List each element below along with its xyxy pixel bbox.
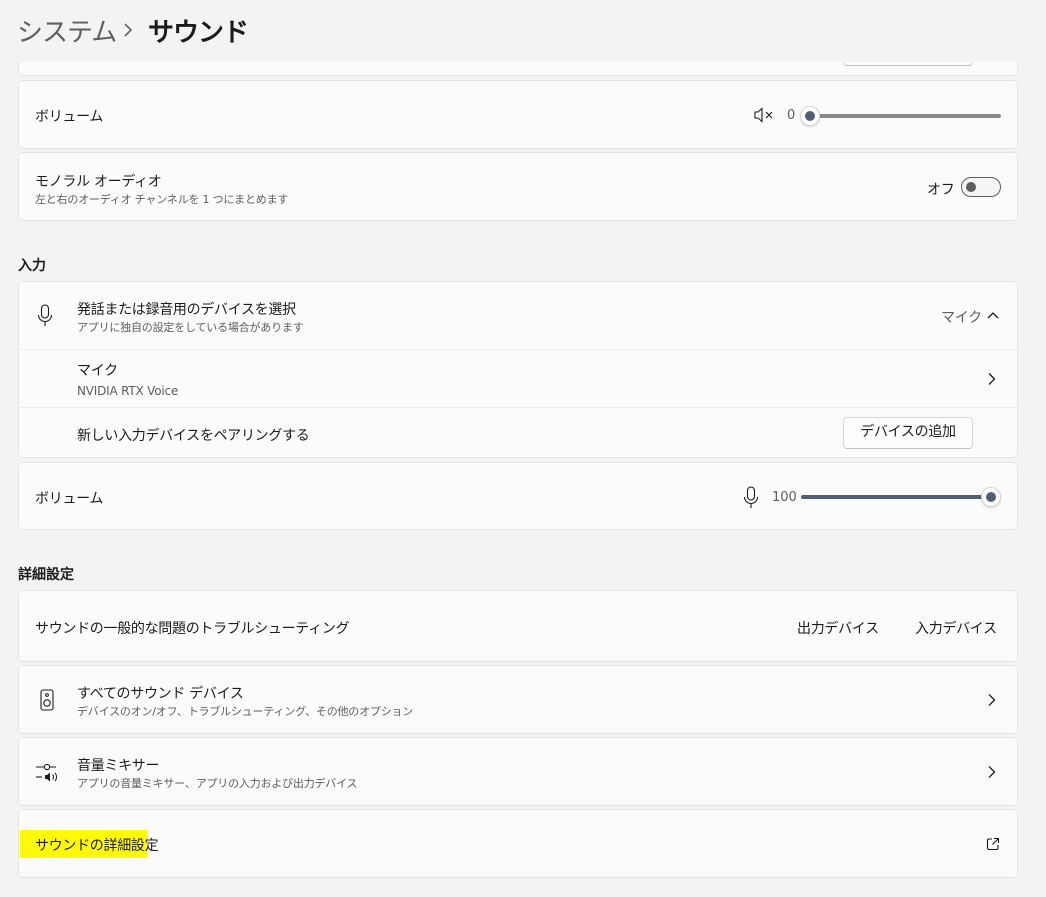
input-volume-track[interactable] bbox=[801, 495, 986, 499]
chevron-up-icon[interactable] bbox=[986, 310, 1000, 320]
input-select-description: アプリに独自の設定をしている場合があります bbox=[77, 321, 304, 334]
input-volume-value: 100 bbox=[772, 490, 797, 505]
speaker-mute-icon[interactable] bbox=[754, 107, 776, 123]
mixer-title: 音量ミキサー bbox=[77, 758, 160, 774]
output-volume-slider-thumb[interactable] bbox=[800, 106, 820, 126]
mono-audio-card: モノラル オーディオ 左と右のオーディオ チャンネルを 1 つにまとめます オフ bbox=[18, 152, 1018, 221]
input-device-name: マイク bbox=[77, 363, 118, 379]
microphone-icon[interactable] bbox=[743, 486, 759, 510]
volume-mixer-card[interactable]: 音量ミキサー アプリの音量ミキサー、アプリの入力および出力デバイス bbox=[18, 737, 1018, 806]
output-volume-label: ボリューム bbox=[35, 109, 104, 125]
chevron-right-icon bbox=[988, 694, 996, 706]
more-sound-settings-label: サウンドの詳細設定 bbox=[35, 838, 159, 854]
microphone-icon bbox=[37, 304, 53, 326]
all-devices-title: すべてのサウンド デバイス bbox=[77, 686, 244, 702]
troubleshoot-card: サウンドの一般的な問題のトラブルシューティング 出力デバイス 入力デバイス bbox=[18, 590, 1018, 662]
chevron-right-icon bbox=[124, 23, 133, 37]
troubleshoot-label: サウンドの一般的な問題のトラブルシューティング bbox=[35, 621, 350, 637]
input-device-card: 発話または録音用のデバイスを選択 アプリに独自の設定をしている場合があります マ… bbox=[18, 281, 1018, 458]
input-device-selector[interactable]: 発話または録音用のデバイスを選択 アプリに独自の設定をしている場合があります マ… bbox=[19, 282, 1017, 349]
mono-audio-toggle[interactable] bbox=[961, 177, 1001, 197]
divider bbox=[19, 407, 1017, 408]
mono-audio-state: オフ bbox=[927, 182, 955, 198]
chevron-right-icon bbox=[988, 373, 996, 385]
breadcrumb-parent-overlay[interactable]: システム bbox=[17, 12, 117, 49]
mixer-icon bbox=[36, 763, 57, 782]
mono-audio-description: 左と右のオーディオ チャンネルを 1 つにまとめます bbox=[35, 193, 289, 206]
all-sound-devices-card[interactable]: すべてのサウンド デバイス デバイスのオン/オフ、トラブルシューティング、その他… bbox=[18, 665, 1018, 734]
pair-input-device-label: 新しい入力デバイスをペアリングする bbox=[77, 428, 310, 444]
output-volume-track[interactable] bbox=[811, 114, 1001, 118]
input-selected-device: マイク bbox=[941, 310, 982, 326]
input-device-row-mic[interactable]: マイク NVIDIA RTX Voice bbox=[19, 350, 1017, 407]
output-add-device-button[interactable] bbox=[843, 40, 973, 66]
advanced-section-heading: 詳細設定 bbox=[18, 567, 74, 583]
input-volume-slider-thumb[interactable] bbox=[981, 487, 1001, 507]
speaker-device-icon bbox=[40, 689, 54, 711]
toggle-knob bbox=[966, 182, 976, 192]
input-device-detail: NVIDIA RTX Voice bbox=[77, 384, 179, 398]
more-sound-settings-card[interactable]: サウンドの詳細設定 bbox=[18, 809, 1018, 878]
page-title-overlay: サウンド bbox=[148, 18, 249, 48]
troubleshoot-input-devices-button[interactable]: 入力デバイス bbox=[915, 618, 997, 638]
input-volume-card: ボリューム 100 bbox=[18, 462, 1018, 530]
mono-audio-title: モノラル オーディオ bbox=[35, 174, 162, 190]
mixer-description: アプリの音量ミキサー、アプリの入力および出力デバイス bbox=[77, 777, 358, 790]
input-volume-label: ボリューム bbox=[35, 491, 104, 507]
input-select-title: 発話または録音用のデバイスを選択 bbox=[77, 302, 296, 318]
output-volume-value: 0 bbox=[787, 108, 796, 123]
add-input-device-button[interactable]: デバイスの追加 bbox=[843, 417, 973, 449]
output-volume-card: ボリューム 0 bbox=[18, 80, 1018, 149]
all-devices-description: デバイスのオン/オフ、トラブルシューティング、その他のオプション bbox=[77, 705, 414, 718]
chevron-right-icon bbox=[988, 766, 996, 778]
open-external-icon bbox=[986, 837, 1000, 851]
input-section-heading: 入力 bbox=[18, 258, 46, 274]
troubleshoot-output-devices-button[interactable]: 出力デバイス bbox=[797, 618, 879, 638]
